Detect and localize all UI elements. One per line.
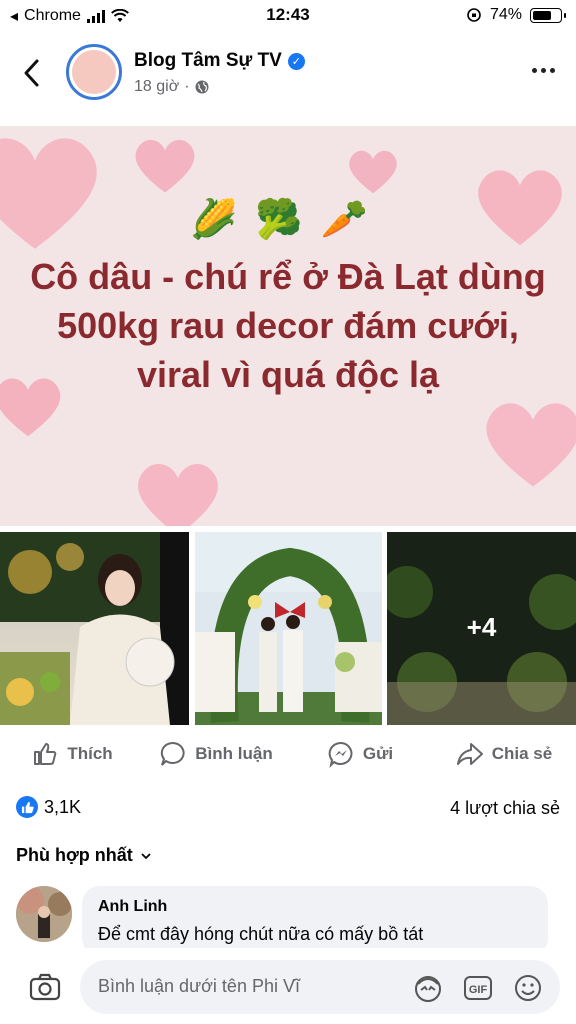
- battery-percent: 74%: [489, 6, 522, 23]
- camera-icon[interactable]: [28, 970, 62, 1004]
- comment-placeholder: Bình luận dưới tên Phi Vĩ: [98, 976, 300, 996]
- chevron-down-icon: [141, 852, 151, 859]
- orientation-lock-icon: [467, 8, 481, 22]
- reactions-summary[interactable]: 3,1K: [16, 796, 81, 818]
- page-avatar[interactable]: [66, 44, 122, 100]
- share-arrow-icon: [456, 743, 483, 765]
- comment-bubble-icon: [161, 741, 185, 766]
- gif-icon[interactable]: GIF: [462, 972, 494, 1004]
- meta-separator: ·: [184, 78, 190, 95]
- like-button[interactable]: Thích: [0, 732, 144, 776]
- commenter-avatar[interactable]: [16, 886, 72, 942]
- like-reaction-icon: [16, 796, 38, 818]
- comment-input[interactable]: Bình luận dưới tên Phi Vĩ GIF: [80, 960, 560, 1014]
- commenter-name[interactable]: Anh Linh: [98, 898, 167, 916]
- share-label: Chia sẻ: [491, 744, 553, 763]
- vegetable-emojis: 🌽🥦🥕: [190, 199, 386, 241]
- post-headline: Cô dâu - chú rể ở Đà Lạt dùng 500kg rau …: [30, 256, 546, 395]
- post-time[interactable]: 18 giờ: [134, 78, 179, 96]
- heart-decoration: [486, 403, 576, 487]
- avatar-sticker-icon[interactable]: [412, 972, 444, 1004]
- more-photos-count: +4: [466, 612, 497, 642]
- thumbs-up-icon: [34, 743, 57, 765]
- page-name[interactable]: Blog Tâm Sự TV: [134, 50, 282, 72]
- messenger-icon: [328, 741, 353, 768]
- photo-bride[interactable]: [0, 532, 189, 725]
- post-actions: Thích Bình luận Gửi Chia sẻ: [0, 732, 576, 776]
- post-meta: 18 giờ ·: [134, 78, 209, 96]
- emoji-icon[interactable]: [512, 972, 544, 1004]
- avatar-logo: [72, 50, 116, 94]
- bride-illustration: [0, 532, 189, 725]
- page-name-row[interactable]: Blog Tâm Sự TV ✓: [134, 50, 305, 72]
- like-label: Thích: [67, 744, 113, 763]
- post-header: Blog Tâm Sự TV ✓ 18 giờ ·: [0, 36, 576, 116]
- status-bar: ◂ Chrome 12:43 74%: [0, 0, 576, 30]
- battery-icon: [530, 7, 566, 23]
- verified-badge-icon: ✓: [287, 52, 305, 70]
- reaction-count: 3,1K: [44, 796, 82, 817]
- comment-button[interactable]: Bình luận: [144, 732, 288, 776]
- more-options-icon[interactable]: [528, 60, 558, 80]
- share-count[interactable]: 4 lượt chia sẻ: [450, 798, 560, 819]
- post-stats: 3,1K 4 lượt chia sẻ: [16, 794, 560, 824]
- globe-icon: [195, 80, 209, 94]
- photo-backdrop-more[interactable]: +4: [387, 532, 576, 725]
- comment-text: Để cmt đây hóng chút nữa có mấy bồ tát: [98, 924, 424, 944]
- share-button[interactable]: Chia sẻ: [432, 732, 576, 776]
- comment-sort-dropdown[interactable]: Phù hợp nhất: [16, 845, 151, 866]
- comment-bubble[interactable]: Anh Linh Để cmt đây hóng chút nữa có mấy…: [82, 886, 548, 956]
- svg-text:GIF: GIF: [469, 984, 488, 996]
- post-hero-image[interactable]: 🌽🥦🥕 Cô dâu - chú rể ở Đà Lạt dùng 500kg …: [0, 126, 576, 526]
- heart-decoration: [349, 150, 397, 194]
- send-button[interactable]: Gửi: [288, 732, 432, 776]
- heart-decoration: [138, 464, 218, 526]
- heart-decoration: [135, 139, 195, 193]
- send-label: Gửi: [362, 744, 394, 763]
- photo-couple-arch[interactable]: [195, 532, 382, 725]
- photo-grid: +4: [0, 532, 576, 725]
- comment-label: Bình luận: [195, 744, 273, 763]
- comment-composer: Bình luận dưới tên Phi Vĩ GIF: [0, 948, 576, 1024]
- arch-illustration: [195, 532, 382, 725]
- back-arrow-icon[interactable]: [18, 56, 48, 90]
- sort-label: Phù hợp nhất: [16, 845, 133, 865]
